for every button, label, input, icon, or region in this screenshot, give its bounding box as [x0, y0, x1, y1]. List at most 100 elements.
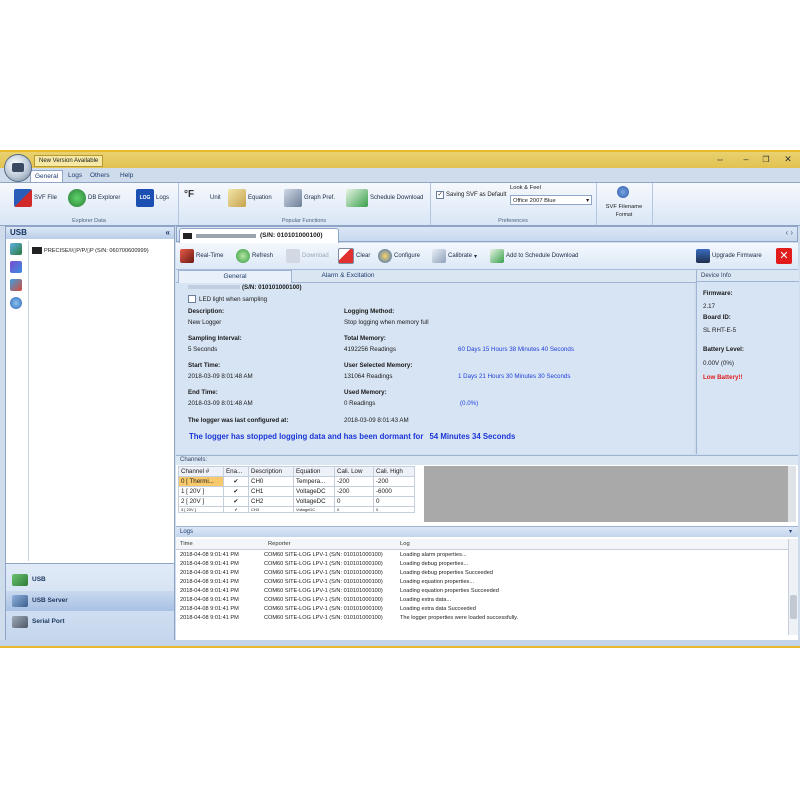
col-cali-high[interactable]: Cali. High	[373, 466, 415, 477]
tab-logs[interactable]: Logs	[64, 170, 86, 182]
restore-icon[interactable]: ⇔	[712, 153, 728, 166]
refresh-button[interactable]: Refresh	[236, 247, 273, 265]
device-explorer-panel: USB « PRECISE/I/▯P/P/▯P (S/N: 0607006009…	[5, 226, 175, 646]
device-tools-icon[interactable]	[10, 261, 22, 273]
network-icon[interactable]	[10, 243, 22, 255]
cell-cali-high[interactable]: 0	[373, 506, 415, 513]
unit-button[interactable]: °F Unit	[184, 187, 221, 209]
cell-equation[interactable]: Tempera...	[293, 476, 335, 487]
close-logger-icon[interactable]: ✕	[776, 248, 792, 264]
cell-cali-high[interactable]: -6000	[373, 486, 415, 497]
look-feel-select[interactable]: Office 2007 Blue ▾	[510, 195, 592, 205]
cell-cali-high[interactable]: 0	[373, 496, 415, 507]
led-checkbox[interactable]: LED light when sampling	[188, 295, 267, 303]
log-time: 2018-04-08 9:01:41 PM	[180, 606, 239, 612]
table-row[interactable]: 3 [ 20V ] ✔ CH3 VoltageDC 0 0	[178, 506, 415, 513]
download-button[interactable]: Download	[286, 247, 329, 265]
col-time[interactable]: Time	[180, 539, 193, 549]
cell-channel[interactable]: 1 [ 20V ]	[178, 486, 224, 497]
cell-cali-low[interactable]: -200	[334, 476, 374, 487]
svf-file-button[interactable]: SVF File	[14, 187, 57, 209]
col-equation[interactable]: Equation	[293, 466, 335, 477]
db-explorer-button[interactable]: DB Explorer	[68, 187, 120, 209]
real-time-button[interactable]: Real-Time	[180, 247, 223, 265]
cell-description[interactable]: CH3	[248, 506, 294, 513]
log-row[interactable]: 2018-04-08 9:01:41 PM COM60 SITE-LOG LPV-…	[176, 560, 788, 569]
cell-cali-high[interactable]: -200	[373, 476, 415, 487]
nav-serial-port[interactable]: Serial Port	[6, 612, 174, 632]
collapse-icon[interactable]: «	[166, 227, 170, 239]
cell-description[interactable]: CH0	[248, 476, 294, 487]
tab-alarm-excitation[interactable]: Alarm & Excitation	[292, 270, 404, 282]
total-memory-value: 4192256 Readings	[344, 346, 396, 353]
clear-button[interactable]: Clear	[338, 247, 370, 265]
add-to-schedule-button[interactable]: Add to Schedule Download	[490, 247, 578, 265]
log-message: Loading equation properties Succeeded	[400, 588, 499, 594]
log-row[interactable]: 2018-04-08 9:01:41 PM COM60 SITE-LOG LPV-…	[176, 596, 788, 605]
new-version-notice[interactable]: New Version Available	[34, 155, 104, 167]
logs-scrollbar[interactable]	[788, 539, 798, 635]
table-row[interactable]: 2 [ 20V ] ✔ CH2 VoltageDC 0 0	[178, 496, 415, 507]
tree-item-device[interactable]: PRECISE/I/▯P/P/▯P (S/N: 060700600999)	[32, 247, 149, 254]
cell-description[interactable]: CH1	[248, 486, 294, 497]
table-row[interactable]: 1 [ 20V ] ✔ CH1 VoltageDC -200 -6000	[178, 486, 415, 497]
nav-usb[interactable]: USB	[6, 570, 174, 590]
minimize-button[interactable]: –	[738, 153, 754, 166]
board-id-value: SL RHT-E-5	[703, 327, 737, 334]
cell-channel[interactable]: 3 [ 20V ]	[178, 506, 224, 513]
log-row[interactable]: 2018-04-08 9:01:41 PM COM60 SITE-LOG LPV-…	[176, 614, 788, 623]
col-cali-low[interactable]: Cali. Low	[334, 466, 374, 477]
cell-channel[interactable]: 0 [ Thermi...	[178, 476, 224, 487]
table-row[interactable]: 0 [ Thermi... ✔ CH0 Tempera... -200 -200	[178, 476, 415, 487]
channels-scrollbar[interactable]	[788, 466, 796, 522]
settings-icon[interactable]	[10, 279, 22, 291]
nav-usb-server-label: USB Server	[32, 597, 68, 604]
cell-description[interactable]: CH2	[248, 496, 294, 507]
log-row[interactable]: 2018-04-08 9:01:41 PM COM60 SITE-LOG LPV-…	[176, 587, 788, 596]
cell-enabled[interactable]: ✔	[223, 486, 249, 497]
tab-general[interactable]: General	[178, 270, 292, 283]
col-enabled[interactable]: Ena...	[223, 466, 249, 477]
scrollbar-thumb[interactable]	[790, 595, 797, 619]
log-row[interactable]: 2018-04-08 9:01:41 PM COM60 SITE-LOG LPV-…	[176, 605, 788, 614]
cell-enabled[interactable]: ✔	[223, 506, 249, 513]
refresh-icon[interactable]	[10, 297, 22, 309]
close-window-button[interactable]: ✕	[780, 153, 796, 166]
calibrate-button[interactable]: Calibrate ▾	[432, 247, 477, 265]
cell-equation[interactable]: VoltageDC	[293, 506, 335, 513]
pin-icon[interactable]: ▾	[789, 527, 792, 537]
equation-button[interactable]: Equation	[228, 187, 272, 209]
col-reporter[interactable]: Reporter	[268, 539, 291, 549]
logger-tab[interactable]: (S/N: 010101000100)	[179, 228, 339, 243]
cell-cali-low[interactable]: 0	[334, 506, 374, 513]
configure-button[interactable]: Configure	[378, 247, 420, 265]
col-log[interactable]: Log	[400, 539, 410, 549]
cell-channel[interactable]: 2 [ 20V ]	[178, 496, 224, 507]
nav-usb-server[interactable]: USB Server	[6, 591, 174, 611]
cell-enabled[interactable]: ✔	[223, 496, 249, 507]
main-area: (S/N: 010101000100) ‹ › Real-Time Refres…	[176, 226, 799, 646]
cell-cali-low[interactable]: -200	[334, 486, 374, 497]
graph-pref-button[interactable]: Graph Pref.	[284, 187, 335, 209]
maximize-button[interactable]: ❐	[758, 153, 774, 166]
svf-filename-group[interactable]: SVF Filename Format	[596, 183, 653, 225]
cell-cali-low[interactable]: 0	[334, 496, 374, 507]
log-row[interactable]: 2018-04-08 9:01:41 PM COM60 SITE-LOG LPV-…	[176, 551, 788, 560]
tab-help[interactable]: Help	[116, 170, 137, 182]
log-row[interactable]: 2018-04-08 9:01:41 PM COM60 SITE-LOG LPV-…	[176, 569, 788, 578]
cell-enabled[interactable]: ✔	[223, 476, 249, 487]
logs-button[interactable]: LOG Logs	[136, 187, 169, 209]
upgrade-firmware-button[interactable]: Upgrade Firmware	[696, 247, 762, 265]
log-row[interactable]: 2018-04-08 9:01:41 PM COM60 SITE-LOG LPV-…	[176, 578, 788, 587]
saving-svf-checkbox[interactable]: ✓ Saving SVF as Default	[436, 191, 506, 199]
logger-tab-icon	[183, 233, 192, 239]
schedule-download-button[interactable]: Schedule Download	[346, 187, 423, 209]
tab-nav-arrows[interactable]: ‹ ›	[785, 228, 793, 237]
device-tree: PRECISE/I/▯P/P/▯P (S/N: 060700600999)	[28, 241, 173, 561]
app-menu-orb[interactable]	[4, 154, 32, 182]
col-channel[interactable]: Channel #	[178, 466, 224, 477]
cell-equation[interactable]: VoltageDC	[293, 496, 335, 507]
cell-equation[interactable]: VoltageDC	[293, 486, 335, 497]
col-description[interactable]: Description	[248, 466, 294, 477]
tab-others[interactable]: Others	[86, 170, 114, 182]
